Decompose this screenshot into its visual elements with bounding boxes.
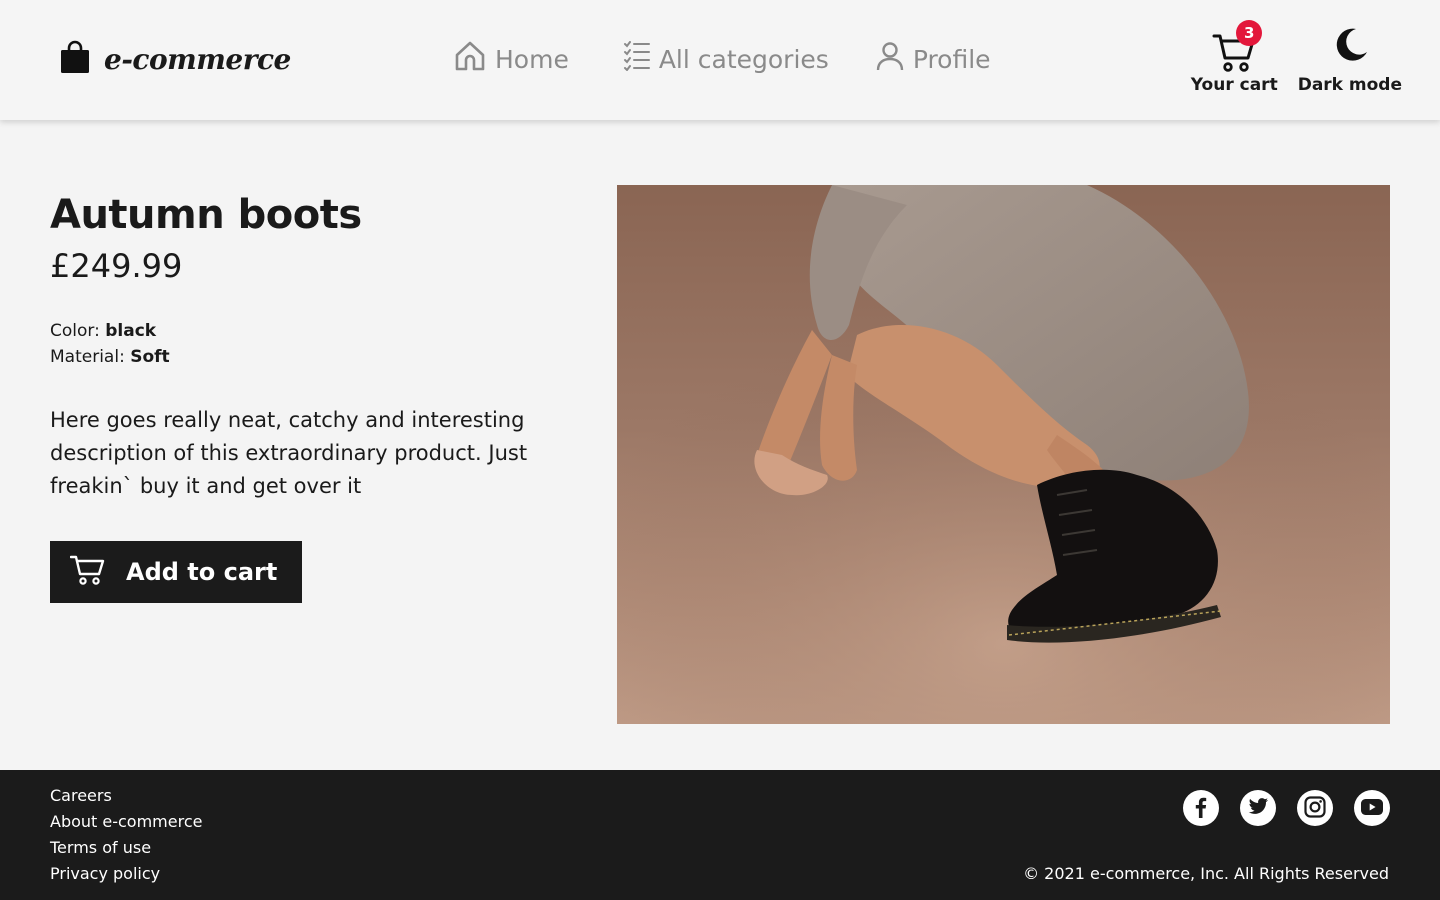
twitter-icon [1247,797,1269,820]
moon-icon-container [1328,22,1372,72]
cart-icon-container: 3 [1212,20,1263,72]
footer-links: Careers About e-commerce Terms of use Pr… [50,786,202,890]
cart-button[interactable]: 3 Your cart [1190,20,1278,95]
list-icon [623,41,651,77]
product-detail: Autumn boots £249.99 Color: black Materi… [0,120,1440,770]
footer-link-privacy[interactable]: Privacy policy [50,864,160,883]
dark-mode-toggle[interactable]: Dark mode [1298,22,1402,95]
user-icon [875,41,905,77]
nav-item-label: Profile [912,44,991,74]
social-links [1183,790,1390,826]
shopping-bag-icon [60,40,90,78]
cart-label: Your cart [1190,75,1278,95]
nav-item-all-categories[interactable]: All categories [623,40,829,78]
nav-item-label: Home [495,44,569,74]
add-to-cart-label: Add to cart [126,558,278,586]
twitter-button[interactable] [1240,790,1276,826]
cart-icon [1212,34,1256,76]
youtube-icon [1361,798,1383,818]
youtube-button[interactable] [1354,790,1390,826]
home-icon [453,39,487,79]
instagram-icon [1304,795,1326,821]
site-footer: Careers About e-commerce Terms of use Pr… [0,770,1440,900]
add-to-cart-button[interactable]: Add to cart [50,541,302,603]
site-header: e-commerce Home All categories Profile 3… [0,0,1440,120]
facebook-icon [1191,796,1211,821]
header-actions: 3 Your cart Dark mode [1190,20,1402,95]
spec-color-label: Color: [50,321,100,341]
spec-material: Material: Soft [50,344,170,370]
main-nav: Home All categories Profile [453,40,991,78]
footer-link-terms[interactable]: Terms of use [50,838,151,857]
instagram-button[interactable] [1297,790,1333,826]
spec-material-value: Soft [130,347,170,367]
brand-logo[interactable]: e-commerce [60,40,291,78]
spec-color-value: black [105,321,157,341]
moon-icon [1331,26,1369,68]
copyright-text: © 2021 e-commerce, Inc. All Rights Reser… [1023,864,1389,883]
spec-color: Color: black [50,318,170,344]
nav-item-home[interactable]: Home [453,40,569,78]
cart-icon [69,552,106,592]
product-specs: Color: black Material: Soft [50,318,170,370]
footer-link-careers[interactable]: Careers [50,786,112,805]
footer-link-about[interactable]: About e-commerce [50,812,202,831]
product-description: Here goes really neat, catchy and intere… [50,408,528,498]
product-price: £249.99 [50,247,183,285]
nav-item-label: All categories [658,44,829,74]
dark-mode-label: Dark mode [1297,75,1402,95]
product-image [617,185,1390,724]
product-title: Autumn boots [50,192,362,238]
spec-material-label: Material: [50,347,125,367]
nav-item-profile[interactable]: Profile [875,40,991,78]
cart-count-badge: 3 [1236,20,1263,46]
facebook-button[interactable] [1183,790,1219,826]
brand-name: e-commerce [104,42,291,76]
